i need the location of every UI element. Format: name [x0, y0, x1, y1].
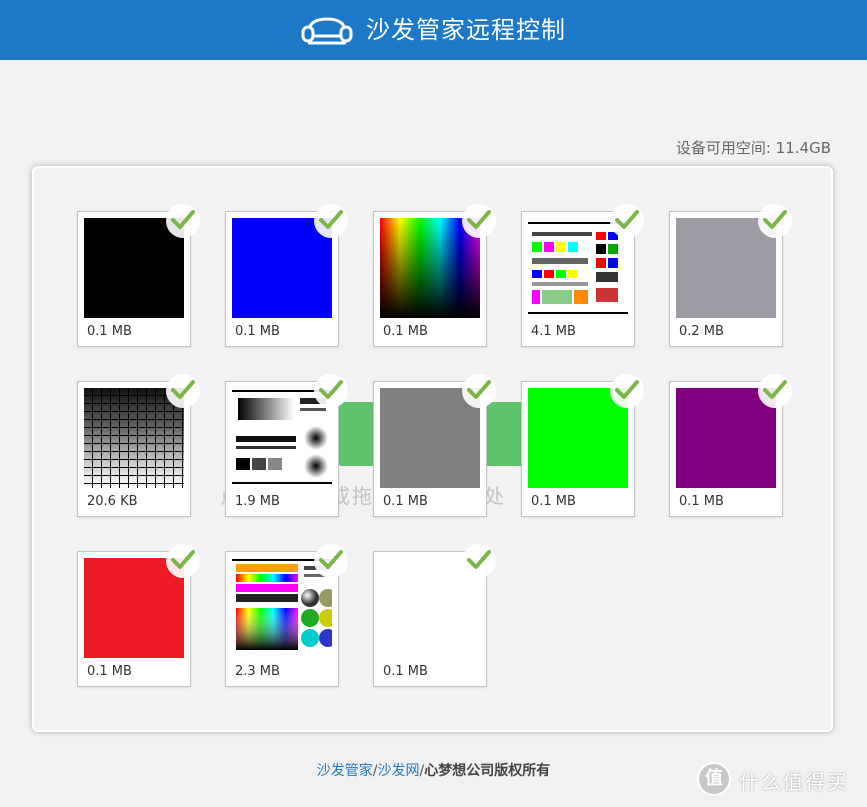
checkmark-icon[interactable]: [314, 374, 348, 408]
image-preview: [232, 218, 332, 318]
checkmark-icon[interactable]: [462, 544, 496, 578]
file-thumbnail[interactable]: 4.1 MB: [521, 204, 644, 347]
checkmark-icon[interactable]: [758, 204, 792, 238]
file-thumbnail[interactable]: 0.1 MB: [521, 374, 644, 517]
checkmark-icon[interactable]: [462, 204, 496, 238]
file-size: 0.1 MB: [235, 324, 280, 339]
file-thumbnail[interactable]: 20.6 KB: [77, 374, 200, 517]
image-preview: [380, 558, 480, 658]
storage-info: 设备可用空间: 11.4GB: [675, 139, 831, 157]
file-size: 0.1 MB: [679, 494, 724, 509]
app-header: 沙发管家远程控制: [0, 0, 867, 60]
footer-link-sofa-manager[interactable]: 沙发管家: [317, 763, 373, 779]
file-thumbnail[interactable]: 0.1 MB: [225, 204, 348, 347]
image-preview: [232, 388, 332, 488]
file-thumbnail[interactable]: 0.1 MB: [373, 374, 496, 517]
checkmark-icon[interactable]: [166, 544, 200, 578]
file-thumbnail[interactable]: 2.3 MB: [225, 544, 348, 687]
file-size: 0.1 MB: [87, 324, 132, 339]
checkmark-icon[interactable]: [166, 204, 200, 238]
watermark-text: 什么值得买: [739, 770, 849, 794]
file-size: 0.1 MB: [531, 494, 576, 509]
watermark-badge: 值: [697, 762, 731, 796]
image-preview: [380, 218, 480, 318]
file-size: 0.2 MB: [679, 324, 724, 339]
checkmark-icon[interactable]: [314, 544, 348, 578]
file-size: 1.9 MB: [235, 494, 280, 509]
image-preview: [380, 388, 480, 488]
file-thumbnail[interactable]: 1.9 MB: [225, 374, 348, 517]
checkmark-icon[interactable]: [462, 374, 496, 408]
file-size: 0.1 MB: [383, 494, 428, 509]
file-thumbnail[interactable]: 0.1 MB: [373, 204, 496, 347]
app-title: 沙发管家远程控制: [366, 16, 566, 44]
checkmark-icon[interactable]: [166, 374, 200, 408]
watermark: 值 什么值得买: [697, 762, 857, 796]
file-size: 0.1 MB: [383, 664, 428, 679]
footer-link-sofa-net[interactable]: 沙发网: [378, 763, 420, 779]
file-thumbnail[interactable]: 0.1 MB: [669, 374, 792, 517]
checkmark-icon[interactable]: [758, 374, 792, 408]
image-preview: [84, 388, 184, 488]
file-thumbnail[interactable]: 0.2 MB: [669, 204, 792, 347]
file-thumbnail[interactable]: 0.1 MB: [373, 544, 496, 687]
file-size: 4.1 MB: [531, 324, 576, 339]
image-preview: [676, 218, 776, 318]
file-size: 0.1 MB: [383, 324, 428, 339]
file-size: 0.1 MB: [87, 664, 132, 679]
checkmark-icon[interactable]: [610, 204, 644, 238]
image-preview: [528, 388, 628, 488]
image-preview: [84, 558, 184, 658]
file-size: 20.6 KB: [87, 494, 138, 509]
footer-copyright: 心梦想公司版权所有: [424, 763, 551, 779]
file-thumbnail[interactable]: 0.1 MB: [77, 544, 200, 687]
image-preview: [676, 388, 776, 488]
checkmark-icon[interactable]: [314, 204, 348, 238]
image-preview: [232, 558, 332, 658]
file-size: 2.3 MB: [235, 664, 280, 679]
image-preview: [84, 218, 184, 318]
file-thumbnail[interactable]: 0.1 MB: [77, 204, 200, 347]
image-preview: [528, 218, 628, 318]
sofa-icon: [301, 17, 353, 45]
checkmark-icon[interactable]: [610, 374, 644, 408]
